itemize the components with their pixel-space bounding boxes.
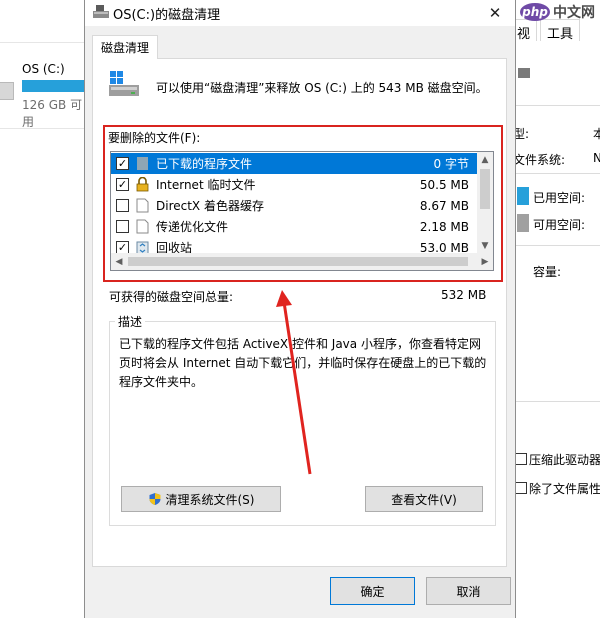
used-space-label: 已用空间: [533,191,586,205]
uac-shield-icon [149,493,160,505]
free-space-label: 可用空间: [533,218,586,232]
title-bar[interactable]: OS(C:)的磁盘清理 ✕ [85,0,515,26]
tab-panel: 可以使用“磁盘清理”来释放 OS (C:) 上的 543 MB 磁盘空间。 要删… [92,58,507,567]
list-item[interactable]: ✓ 已下载的程序文件 0 字节 [111,153,479,174]
drive-name[interactable]: OS (C:) [22,62,65,76]
explorer-background: OS (C:) 126 GB 可用 [0,0,86,618]
file-icon [136,198,149,213]
scroll-up-icon[interactable]: ▲ [477,152,493,168]
description-text: 已下载的程序文件包括 ActiveX 控件和 Java 小程序，你查看特定网页时… [119,337,487,389]
drive-free-space: 126 GB 可用 [22,98,83,129]
file-checkbox[interactable]: ✓ [116,157,129,170]
list-item[interactable]: DirectX 着色器缓存 8.67 MB [111,195,479,216]
view-files-button[interactable]: 查看文件(V) [365,486,483,512]
file-checkbox[interactable] [116,220,129,233]
file-checkbox[interactable]: ✓ [116,178,129,191]
used-space-swatch [517,187,529,205]
file-size: 50.5 MB [419,177,469,192]
file-name: DirectX 着色器缓存 [156,199,264,213]
clean-system-files-button[interactable]: 清理系统文件(S) [121,486,281,512]
file-size: 8.67 MB [419,198,469,213]
files-to-delete-label: 要删除的文件(F): [108,131,201,145]
ok-button[interactable]: 确定 [330,577,415,605]
divider [513,105,600,106]
divider [513,401,600,402]
tab-tools[interactable]: 工具 [540,19,581,42]
divider [513,173,600,174]
index-label: 除了文件属性外 [529,482,600,496]
scroll-left-icon[interactable]: ◀ [111,253,127,270]
total-space-value: 532 MB [441,288,487,302]
scroll-thumb[interactable] [480,169,490,209]
files-list[interactable]: ✓ 已下载的程序文件 0 字节 ✓ Internet 临时文件 50.5 MB [110,151,494,271]
vertical-scrollbar[interactable]: ▲ ▼ [477,152,493,254]
list-item[interactable]: ✓ Internet 临时文件 50.5 MB [111,174,479,195]
divider [513,245,600,246]
file-size: 0 字节 [433,157,469,171]
tab-disk-cleanup[interactable]: 磁盘清理 [92,35,158,59]
compress-label: 压缩此驱动器 [529,453,600,467]
file-name: 传递优化文件 [156,220,229,234]
cancel-button[interactable]: 取消 [426,577,511,605]
disk-cleanup-icon [93,5,109,18]
file-name: Internet 临时文件 [156,178,256,192]
drive-usage-bar [22,80,86,92]
drive-icon [518,68,530,78]
filesystem-label: 文件系统: [513,153,566,167]
filesystem-value: N [593,151,600,165]
file-size: 2.18 MB [419,219,469,234]
scroll-down-icon[interactable]: ▼ [477,238,493,254]
watermark-logo: php [520,3,550,21]
window-title: OS(C:)的磁盘清理 [113,8,221,23]
total-space-label: 可获得的磁盘空间总量: [109,290,234,304]
disk-cleanup-dialog: OS(C:)的磁盘清理 ✕ 磁盘清理 可以使用“磁盘清理”来释放 OS (C:)… [84,0,516,618]
divider [0,42,86,43]
watermark-site: 中文网 [553,5,595,21]
scroll-right-icon[interactable]: ▶ [477,253,493,270]
capacity-label: 容量: [533,265,562,279]
watermark: php 中文网 [520,2,595,22]
close-button[interactable]: ✕ [481,1,509,25]
drive-cleanup-icon [109,71,139,96]
type-value: 本 [593,127,600,141]
properties-background: 视 工具 型: 本 文件系统: N 已用空间: 可用空间: 容量: 压缩此驱动器… [510,0,600,618]
index-checkbox[interactable] [515,482,527,494]
compress-checkbox[interactable] [515,453,527,465]
file-name: 已下载的程序文件 [156,157,253,171]
properties-panel: 型: 本 文件系统: N 已用空间: 可用空间: 容量: 压缩此驱动器 除了文件… [512,41,600,618]
file-icon [136,219,149,234]
divider [0,128,86,129]
list-item[interactable]: 传递优化文件 2.18 MB [111,216,479,237]
horizontal-scrollbar[interactable]: ◀ ▶ [111,253,493,270]
clean-system-files-label: 清理系统文件(S) [165,492,255,507]
file-checkbox[interactable] [116,199,129,212]
folder-icon [137,157,148,170]
lock-icon [136,177,149,192]
free-space-swatch [517,214,529,232]
header-message: 可以使用“磁盘清理”来释放 OS (C:) 上的 543 MB 磁盘空间。 [156,81,488,95]
scroll-thumb[interactable] [128,257,468,266]
drive-icon [0,82,14,100]
description-label: 描述 [115,313,146,330]
